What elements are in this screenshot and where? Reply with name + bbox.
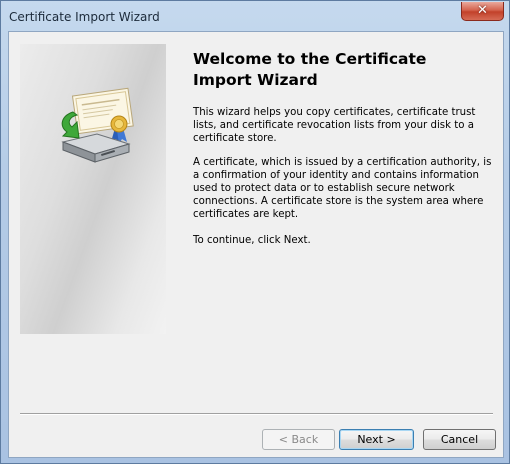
wizard-client-area: Welcome to the Certificate Import Wizard…: [8, 31, 504, 458]
wizard-window: Certificate Import Wizard ✕ Welcome to t…: [0, 0, 510, 464]
description-paragraph: A certificate, which is issued by a cert…: [193, 157, 492, 220]
next-button[interactable]: Next >: [339, 429, 414, 450]
back-button[interactable]: < Back: [262, 429, 335, 450]
title-bar[interactable]: Certificate Import Wizard ✕: [1, 1, 509, 31]
wizard-heading: Welcome to the Certificate Import Wizard: [193, 50, 427, 89]
intro-paragraph: This wizard helps you copy certificates,…: [193, 107, 476, 144]
close-button[interactable]: ✕: [461, 2, 504, 21]
continue-instruction: To continue, click Next.: [193, 235, 311, 246]
certificate-import-icon: [61, 87, 134, 163]
close-icon: ✕: [477, 3, 488, 18]
button-separator: [20, 413, 493, 415]
wizard-side-panel: [20, 44, 166, 334]
window-title: Certificate Import Wizard: [9, 10, 160, 24]
cancel-button[interactable]: Cancel: [423, 429, 496, 450]
